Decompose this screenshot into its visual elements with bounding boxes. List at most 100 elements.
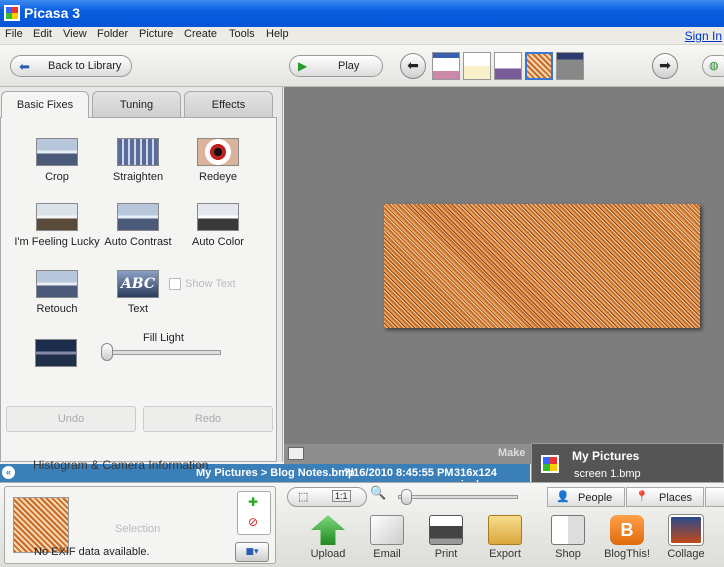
- text-button[interactable]: ABC Text: [93, 270, 183, 315]
- print-button[interactable]: Print: [416, 515, 476, 560]
- undo-button[interactable]: Undo: [6, 406, 136, 432]
- zoom-slider-handle[interactable]: [401, 489, 412, 505]
- print-label: Print: [434, 548, 458, 560]
- actual-size-button[interactable]: 1:1: [332, 490, 351, 502]
- fill-light-slider-handle[interactable]: [101, 343, 113, 361]
- menu-tools[interactable]: Tools: [229, 28, 255, 40]
- filmstrip-thumb[interactable]: [556, 52, 584, 80]
- retouch-button[interactable]: Retouch: [12, 270, 102, 315]
- picasa-logo-icon: [541, 455, 559, 473]
- redeye-button[interactable]: Redeye: [173, 138, 263, 183]
- menu-help[interactable]: Help: [266, 28, 289, 40]
- auto-color-button[interactable]: Auto Color: [173, 203, 263, 248]
- feeling-lucky-icon: [36, 203, 78, 231]
- play-label: Play: [338, 60, 360, 72]
- person-icon: 👤: [556, 491, 570, 503]
- notification-file: screen 1.bmp: [574, 468, 641, 480]
- export-button[interactable]: Export: [475, 515, 535, 560]
- menu-file[interactable]: File: [5, 28, 23, 40]
- text-label: Text: [127, 303, 149, 315]
- people-button[interactable]: 👤 People: [547, 487, 625, 507]
- tab-effects[interactable]: Effects: [184, 91, 273, 117]
- book-icon: [551, 515, 585, 545]
- zoom-slider[interactable]: [398, 495, 518, 499]
- picasa-logo-icon: [4, 5, 20, 21]
- straighten-icon: [117, 138, 159, 166]
- map-pin-icon: 📍: [635, 491, 649, 503]
- no-entry-icon[interactable]: ⊘: [248, 515, 258, 529]
- redeye-icon: [197, 138, 239, 166]
- filmstrip-thumb[interactable]: [463, 52, 491, 80]
- tab-basic-fixes[interactable]: Basic Fixes: [1, 91, 89, 118]
- photo[interactable]: [384, 204, 700, 328]
- tag-tools: ✚ ⊘: [237, 491, 271, 535]
- blogger-icon: B: [610, 515, 644, 545]
- fill-light-slider[interactable]: [105, 350, 221, 355]
- status-path: My Pictures > Blog Notes.bmp: [196, 467, 355, 479]
- back-label: Back to Library: [48, 60, 122, 72]
- collage-label: Collage: [667, 548, 705, 560]
- geotag-button[interactable]: ◍: [702, 55, 724, 77]
- crop-button[interactable]: Crop: [12, 138, 102, 183]
- collage-icon: [669, 515, 703, 545]
- folder-icon: [488, 515, 522, 545]
- upload-button[interactable]: Upload: [298, 515, 358, 560]
- crop-label: Crop: [45, 171, 69, 183]
- photo-viewer: [284, 87, 724, 444]
- menu-picture[interactable]: Picture: [139, 28, 173, 40]
- crop-icon: [36, 138, 78, 166]
- export-label: Export: [489, 548, 521, 560]
- zoom-buttons: ⬚ 1:1: [287, 487, 367, 507]
- fit-icon[interactable]: ⬚: [298, 490, 308, 503]
- places-button[interactable]: 📍 Places: [626, 487, 704, 507]
- next-photo-button[interactable]: ➡: [652, 53, 678, 79]
- tab-tuning[interactable]: Tuning: [92, 91, 181, 117]
- tags-button[interactable]: [705, 487, 724, 507]
- menu-edit[interactable]: Edit: [33, 28, 52, 40]
- tag-dropdown-button[interactable]: ■▾: [235, 542, 269, 562]
- straighten-button[interactable]: Straighten: [93, 138, 183, 183]
- collapse-icon[interactable]: «: [2, 466, 15, 479]
- back-to-library-button[interactable]: ⬅ Back to Library: [10, 55, 132, 77]
- redo-button[interactable]: Redo: [143, 406, 273, 432]
- retouch-icon: [36, 270, 78, 298]
- status-date: 7/16/2010 8:45:55 PM: [344, 467, 454, 479]
- selection-thumbnail[interactable]: [13, 497, 69, 553]
- retouch-label: Retouch: [36, 303, 78, 315]
- menu-view[interactable]: View: [63, 28, 87, 40]
- make-caption-text[interactable]: Make: [498, 447, 526, 459]
- previous-photo-button[interactable]: ⬅: [400, 53, 426, 79]
- show-text-checkbox[interactable]: [169, 278, 181, 290]
- menu-folder[interactable]: Folder: [97, 28, 128, 40]
- places-label: Places: [659, 492, 693, 504]
- auto-contrast-button[interactable]: Auto Contrast: [93, 203, 183, 248]
- info-panel: Selection No EXIF data available. ✚ ⊘ ■▾: [4, 486, 276, 564]
- toolbar: ⬅ Back to Library ▶ Play ⬅ ➡ ◍: [0, 45, 724, 87]
- right-arrow-icon: ➡: [659, 58, 671, 74]
- globe-icon: ◍: [709, 60, 719, 72]
- filmstrip-thumb[interactable]: [432, 52, 460, 80]
- feeling-lucky-button[interactable]: I'm Feeling Lucky: [12, 203, 102, 248]
- filmstrip-thumb-selected[interactable]: [525, 52, 553, 80]
- menu-create[interactable]: Create: [184, 28, 217, 40]
- blogthis-button[interactable]: B BlogThis!: [597, 515, 657, 560]
- pin-icon[interactable]: ✚: [248, 495, 258, 509]
- fill-light-label: Fill Light: [143, 332, 184, 344]
- auto-color-icon: [197, 203, 239, 231]
- printer-icon: [429, 515, 463, 545]
- upload-label: Upload: [310, 548, 346, 560]
- email-button[interactable]: Email: [357, 515, 417, 560]
- sign-in-link[interactable]: Sign In: [685, 29, 722, 43]
- shop-button[interactable]: Shop: [538, 515, 598, 560]
- email-label: Email: [373, 548, 401, 560]
- filmstrip-thumb[interactable]: [494, 52, 522, 80]
- play-button[interactable]: ▶ Play: [289, 55, 383, 77]
- menu-bar: File Edit View Folder Picture Create Too…: [0, 27, 724, 45]
- collage-button[interactable]: Collage: [656, 515, 716, 560]
- caption-icon[interactable]: [288, 447, 304, 460]
- shop-label: Shop: [555, 548, 581, 560]
- people-label: People: [578, 492, 613, 504]
- auto-contrast-label: Auto Contrast: [104, 236, 172, 248]
- text-icon: ABC: [117, 270, 159, 298]
- basic-fixes-panel: Crop Straighten Redeye I'm Feeling Lucky…: [0, 117, 277, 462]
